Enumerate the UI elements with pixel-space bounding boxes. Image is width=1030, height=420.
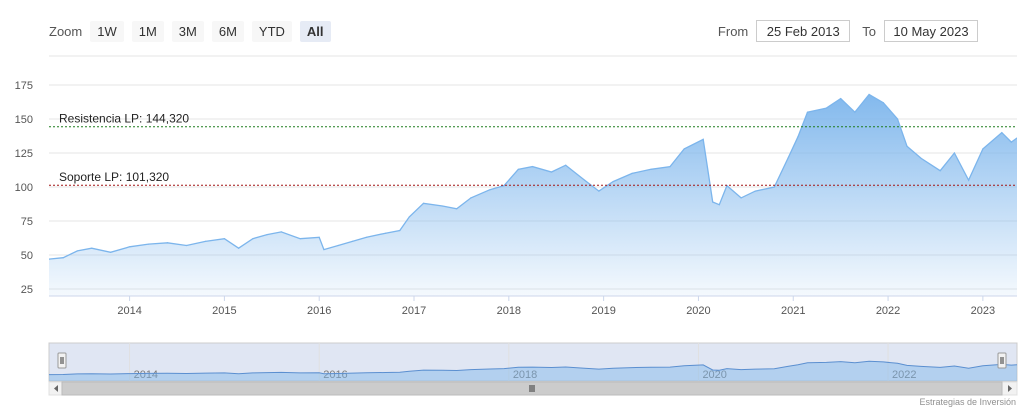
data-point <box>712 201 714 203</box>
data-point <box>906 145 908 147</box>
data-point <box>531 166 534 168</box>
data-point <box>441 205 444 207</box>
data-point <box>456 208 458 210</box>
data-point <box>489 189 491 191</box>
data-point <box>238 247 240 249</box>
data-point <box>787 156 790 158</box>
y-tick-label: 75 <box>21 216 33 228</box>
x-tick-label: 2016 <box>307 305 331 317</box>
data-point <box>399 229 401 232</box>
data-point <box>517 168 519 170</box>
data-point <box>323 248 325 251</box>
data-point <box>166 242 169 244</box>
data-point <box>318 236 320 238</box>
data-point <box>128 246 131 248</box>
navigator[interactable]: 2014 2016 2018 2020 2022 <box>48 342 1018 396</box>
data-point <box>806 111 809 113</box>
data-point <box>299 238 301 240</box>
credit-label: Estrategias de Inversión <box>919 397 1016 407</box>
data-point <box>351 240 353 242</box>
data-point <box>702 138 704 140</box>
data-point <box>854 111 856 113</box>
data-point <box>110 251 112 253</box>
x-tick-label: 2015 <box>212 305 236 317</box>
data-point <box>740 197 742 199</box>
data-point <box>252 238 254 240</box>
data-point <box>584 179 586 181</box>
y-tick-label: 50 <box>21 250 33 262</box>
data-point <box>266 234 268 236</box>
data-point <box>939 170 941 172</box>
data-point <box>280 231 282 233</box>
data-point <box>968 179 970 181</box>
navigator-right-handle[interactable] <box>997 352 1007 369</box>
data-point <box>1016 137 1017 139</box>
data-point <box>366 236 368 238</box>
data-point <box>683 148 685 150</box>
data-point <box>797 136 799 138</box>
x-tick-label: 2014 <box>117 305 141 317</box>
series-area <box>49 94 1017 296</box>
data-point <box>470 197 472 199</box>
data-point <box>882 102 884 104</box>
y-tick-label: 150 <box>15 114 33 126</box>
data-point <box>773 186 775 188</box>
data-point <box>185 244 188 247</box>
data-point <box>598 190 600 192</box>
data-point <box>91 247 93 249</box>
data-point <box>408 216 410 218</box>
stock-chart: Resistencia LP: 144,320 Soporte LP: 101,3… <box>15 55 1018 396</box>
y-tick-label: 100 <box>15 182 33 194</box>
y-tick-label: 25 <box>21 284 33 296</box>
data-point <box>1010 141 1012 143</box>
data-point <box>565 164 567 166</box>
data-point <box>147 243 150 245</box>
data-point <box>62 257 64 259</box>
data-point <box>920 157 922 160</box>
data-point <box>223 238 225 240</box>
data-point <box>49 258 50 260</box>
x-tick-label: 2023 <box>971 305 995 317</box>
data-point <box>503 185 505 187</box>
data-point <box>1001 132 1003 134</box>
data-point <box>669 166 671 168</box>
data-point <box>982 148 984 150</box>
plot-area <box>49 93 1017 296</box>
x-tick-label: 2022 <box>876 305 900 317</box>
support-label: Soporte LP: 101,320 <box>59 170 169 184</box>
data-point <box>422 202 425 204</box>
resistance-label: Resistencia LP: 144,320 <box>59 112 189 126</box>
x-tick-label: 2020 <box>686 305 710 317</box>
x-tick-label: 2017 <box>402 305 426 317</box>
x-tick-label: 2019 <box>591 305 615 317</box>
data-point <box>612 180 614 183</box>
data-point <box>631 172 633 174</box>
data-point <box>825 107 828 109</box>
data-point <box>868 93 870 96</box>
x-tick-label: 2021 <box>781 305 805 317</box>
navigator-left-handle[interactable] <box>57 352 67 369</box>
data-point <box>754 190 756 192</box>
data-point <box>384 232 387 234</box>
data-point <box>337 244 339 247</box>
x-tick-label: 2018 <box>497 305 521 317</box>
data-point <box>840 98 842 100</box>
y-tick-label: 175 <box>15 80 33 92</box>
data-point <box>204 240 207 242</box>
data-point <box>550 171 553 173</box>
data-point <box>896 118 899 120</box>
data-point <box>650 168 652 170</box>
data-point <box>953 152 956 154</box>
y-tick-label: 125 <box>15 148 33 160</box>
data-point <box>718 204 720 206</box>
data-point <box>76 250 79 252</box>
